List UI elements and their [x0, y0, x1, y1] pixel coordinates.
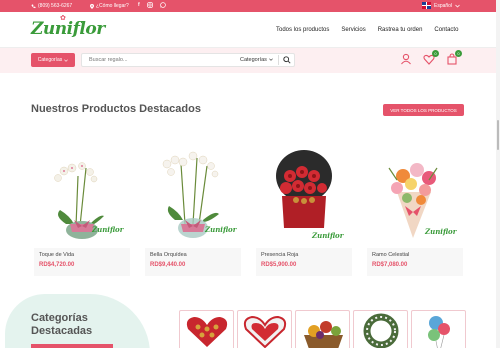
- product-card[interactable]: Zuniflor Toque de Vida RD$4,720.00: [34, 146, 130, 276]
- category-thumbnail[interactable]: [237, 310, 292, 348]
- category-image-fruit-basket: [304, 321, 343, 348]
- directions-label: ¿Cómo llegar?: [96, 3, 129, 9]
- view-all-products-button[interactable]: VER TODOS LOS PRODUCTOS: [383, 104, 464, 116]
- chevron-down-icon: [455, 4, 460, 8]
- search-bar-row: Categorías Buscar regalo... Categorías 0…: [0, 48, 500, 73]
- product-card[interactable]: Zuniflor Bella Orquídea RD$9,440.00: [145, 146, 241, 276]
- top-bar: (809) 563-6267 ¿Cómo llegar? f Español: [0, 0, 500, 12]
- categories-title-underline: [31, 344, 113, 348]
- search-input[interactable]: Buscar regalo...: [89, 57, 128, 63]
- product-price: RD$7,080.00: [372, 262, 408, 268]
- category-thumbnail[interactable]: [179, 310, 234, 348]
- categories-button-label: Categorías: [37, 57, 63, 63]
- product-info: Presencia Roja RD$5,900.00: [256, 248, 352, 276]
- category-image-heart-box: [186, 317, 228, 347]
- product-name[interactable]: Toque de Vida: [39, 252, 74, 258]
- instagram-icon[interactable]: [146, 2, 153, 8]
- brand-tag: Zuniflor: [311, 231, 345, 240]
- page-scrollbar[interactable]: [496, 0, 500, 348]
- product-info: Ramo Celestial RD$7,080.00: [367, 248, 463, 276]
- nav-track-order[interactable]: Rastrea tu orden: [378, 27, 423, 33]
- product-card[interactable]: Zuniflor Ramo Celestial RD$7,080.00: [367, 146, 463, 276]
- product-info: Bella Orquídea RD$9,440.00: [145, 248, 241, 276]
- dominican-flag-icon: [422, 2, 431, 9]
- product-image-orchid-pot: Zuniflor: [54, 162, 125, 239]
- phone-icon: [31, 4, 36, 8]
- location-pin-icon: [90, 3, 94, 9]
- nav-services[interactable]: Servicios: [341, 27, 365, 33]
- logo-text: Zuniflor: [31, 19, 105, 39]
- search-category-label: Categorías: [240, 57, 267, 63]
- search-icon: [283, 56, 291, 64]
- cart-count-badge: 0: [455, 50, 462, 57]
- chevron-down-icon: [269, 58, 273, 61]
- logo-flower-icon: ✿: [60, 15, 66, 22]
- phone-number: (809) 563-6267: [38, 3, 73, 9]
- wishlist-button[interactable]: 0: [423, 50, 439, 66]
- account-button[interactable]: [400, 52, 412, 66]
- main-header: Zuniflor ✿ Todos los productos Servicios…: [0, 12, 500, 48]
- search-box: Buscar regalo... Categorías: [81, 53, 295, 67]
- product-price: RD$9,440.00: [150, 262, 186, 268]
- brand-tag: Zuniflor: [424, 227, 458, 236]
- categories-title-line1: Categorías: [31, 312, 88, 324]
- product-image-orchid-glass: Zuniflor: [162, 151, 238, 238]
- category-image-balloons: [428, 316, 450, 348]
- category-image-heart-arrangement: [243, 315, 287, 348]
- user-icon: [401, 53, 411, 65]
- language-selector[interactable]: Español: [422, 2, 460, 9]
- product-image-red-roses-box: Zuniflor: [276, 150, 345, 240]
- search-button[interactable]: [278, 55, 292, 65]
- main-nav: Todos los productos Servicios Rastrea tu…: [276, 27, 458, 33]
- product-card[interactable]: Zuniflor Presencia Roja RD$5,900.00: [256, 146, 352, 276]
- product-name[interactable]: Presencia Roja: [261, 252, 298, 258]
- brand-tag: Zuniflor: [204, 225, 238, 234]
- product-price: RD$5,900.00: [261, 262, 297, 268]
- category-thumbnail[interactable]: [411, 310, 466, 348]
- directions-link[interactable]: ¿Cómo llegar?: [90, 3, 129, 9]
- categories-button[interactable]: Categorías: [31, 53, 75, 67]
- product-image-bouquet: Zuniflor: [388, 163, 458, 238]
- category-thumbnail[interactable]: [295, 310, 350, 348]
- product-name[interactable]: Bella Orquídea: [150, 252, 187, 258]
- nav-all-products[interactable]: Todos los productos: [276, 27, 329, 33]
- phone-link[interactable]: (809) 563-6267: [31, 3, 72, 9]
- categories-title: Categorías Destacadas: [31, 312, 92, 338]
- language-label: Español: [434, 2, 453, 9]
- product-info: Toque de Vida RD$4,720.00: [34, 248, 130, 276]
- brand-tag: Zuniflor: [91, 225, 125, 234]
- wishlist-count-badge: 0: [432, 50, 439, 57]
- product-price: RD$4,720.00: [39, 262, 75, 268]
- nav-contact[interactable]: Contacto: [434, 27, 458, 33]
- chevron-down-icon: [64, 58, 69, 62]
- search-category-select[interactable]: Categorías: [240, 57, 273, 63]
- featured-title: Nuestros Productos Destacados: [31, 103, 201, 115]
- whatsapp-icon[interactable]: [159, 2, 166, 8]
- scrollbar-thumb[interactable]: [497, 120, 499, 150]
- site-logo[interactable]: Zuniflor: [31, 19, 105, 39]
- cart-button[interactable]: 0: [446, 50, 462, 66]
- category-thumbnail[interactable]: [353, 310, 408, 348]
- product-name[interactable]: Ramo Celestial: [372, 252, 409, 258]
- category-image-wreath: [363, 313, 399, 348]
- facebook-icon[interactable]: f: [138, 2, 140, 9]
- categories-title-line2: Destacadas: [31, 325, 93, 337]
